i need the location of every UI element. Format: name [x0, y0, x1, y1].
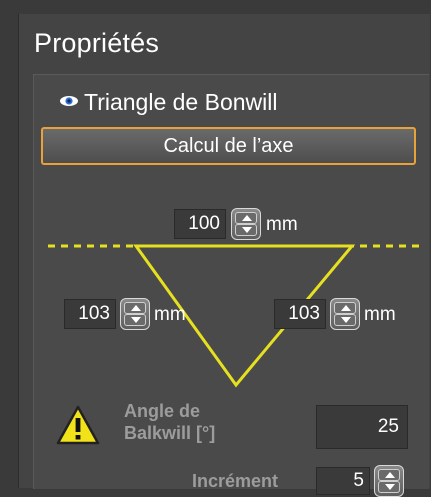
left-side-input[interactable]: 103 — [64, 299, 116, 329]
left-side-value: 103 — [78, 303, 110, 324]
spin-down-icon[interactable] — [334, 314, 356, 326]
increment-spinner[interactable] — [374, 465, 404, 497]
bonwill-section: Triangle de Bonwill Calcul de l’axe 100 … — [33, 74, 429, 497]
balkwill-angle-value: 25 — [377, 416, 399, 437]
spin-up-icon[interactable] — [235, 212, 257, 224]
spin-down-icon[interactable] — [235, 224, 257, 236]
left-side-unit: mm — [154, 304, 186, 325]
warning-triangle-icon — [56, 405, 100, 445]
spin-up-icon[interactable] — [378, 469, 400, 481]
bonwill-triangle-diagram — [48, 244, 422, 388]
properties-panel: Propriétés Triangle de Bonwill Calcul de… — [18, 14, 430, 497]
spin-up-icon[interactable] — [334, 302, 356, 314]
right-side-value: 103 — [288, 303, 320, 324]
left-side-spinner[interactable] — [120, 298, 150, 330]
right-side-input[interactable]: 103 — [274, 299, 326, 329]
right-side-spinner[interactable] — [330, 298, 360, 330]
increment-input[interactable]: 5 — [316, 467, 370, 495]
top-width-unit: mm — [266, 214, 298, 235]
increment-label: Incrément — [192, 471, 279, 491]
right-side-unit: mm — [364, 304, 396, 325]
top-width-value: 100 — [188, 213, 220, 234]
balkwill-angle-label: Angle de Balkwill [°] — [124, 401, 216, 443]
balkwill-angle-input[interactable]: 25 — [316, 405, 408, 449]
spin-down-icon[interactable] — [378, 481, 400, 493]
panel-title: Propriétés — [34, 28, 160, 58]
spin-down-icon[interactable] — [124, 314, 146, 326]
increment-value: 5 — [353, 470, 364, 491]
top-width-spinner[interactable] — [231, 208, 261, 240]
top-width-input[interactable]: 100 — [174, 209, 226, 239]
spin-up-icon[interactable] — [124, 302, 146, 314]
